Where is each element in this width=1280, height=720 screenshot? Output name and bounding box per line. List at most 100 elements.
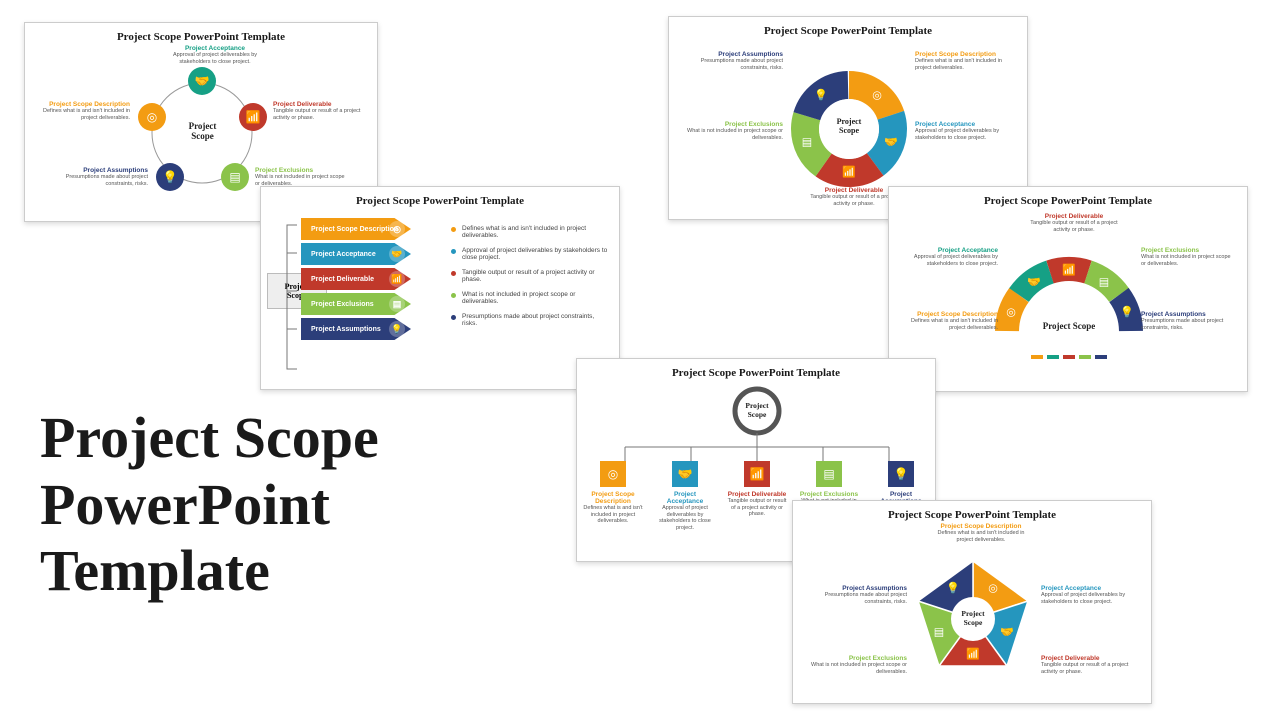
node-deliv: 📶 [239, 103, 267, 131]
label-excl: Project Exclusions [1141, 247, 1236, 254]
svg-text:💡: 💡 [946, 582, 960, 595]
label-desc: Project Scope Description [915, 51, 1015, 58]
signal-icon: 📶 [750, 467, 765, 482]
slide-title: Project Scope PowerPoint Template [577, 359, 935, 383]
label-assum: Project Assumptions [1141, 311, 1236, 318]
desc-assum: Presumptions made about project constrai… [807, 592, 907, 605]
label-desc: Project Scope Description [931, 523, 1031, 530]
desc-accept: Approval of project deliverables by stak… [915, 128, 1015, 141]
sq-desc: ◎ [600, 461, 626, 487]
desc-deliv: Tangible output or result of a project a… [1029, 220, 1119, 233]
svg-text:◎: ◎ [1006, 307, 1016, 319]
desc-deliv: Tangible output or result of a project a… [809, 194, 899, 207]
bullet-excl: What is not included in project scope or… [462, 291, 609, 305]
label-desc: Project Scope Description [903, 311, 998, 318]
label-desc: Project Scope Description [583, 491, 643, 505]
handshake-icon: 🤝 [389, 246, 405, 262]
arrow-excl: Project Exclusions▤ [301, 293, 411, 315]
svg-text:🤝: 🤝 [884, 137, 898, 149]
desc-accept: Approval of project deliverables by stak… [903, 254, 998, 267]
target-icon: ◎ [147, 110, 157, 125]
desc-assum: Presumptions made about project constrai… [683, 58, 783, 71]
label-deliv: Project Deliverable [273, 101, 368, 108]
arrow-desc: Project Scope Description◎ [301, 218, 411, 240]
desc-assum: Presumptions made about project constrai… [53, 174, 148, 187]
target-icon: ◎ [608, 467, 618, 482]
label-deliv: Project Deliverable [727, 491, 787, 498]
desc-desc: Defines what is and isn't included in pr… [903, 318, 998, 331]
desc-deliv: Tangible output or result of a project a… [1041, 662, 1141, 675]
label-excl: Project Exclusions [683, 121, 783, 128]
desc-deliv: Tangible output or result of a project a… [727, 498, 787, 518]
target-icon: ◎ [389, 221, 405, 237]
svg-text:📶: 📶 [966, 648, 980, 661]
desc-accept: Approval of project deliverables by stak… [655, 505, 715, 531]
node-accept: 🤝 [188, 67, 216, 95]
slide-title: Project Scope PowerPoint Template [25, 23, 377, 47]
slide-title: Project Scope PowerPoint Template [889, 187, 1247, 211]
label-deliv: Project Deliverable [1041, 655, 1141, 662]
label-assum: Project Assumptions [53, 167, 148, 174]
desc-accept: Approval of project deliverables by stak… [1041, 592, 1141, 605]
title-line1: Project Scope PowerPoint Template [40, 405, 379, 603]
desc-assum: Presumptions made about project constrai… [1141, 318, 1236, 331]
label-deliv: Project Deliverable [809, 187, 899, 194]
svg-text:📶: 📶 [842, 166, 856, 179]
desc-desc: Defines what is and isn't included in pr… [931, 530, 1031, 543]
label-desc: Project Scope Description [35, 101, 130, 108]
signal-icon: 📶 [389, 271, 405, 287]
legend-bar [1029, 355, 1109, 359]
node-assum: 💡 [156, 163, 184, 191]
arrow-accept: Project Acceptance🤝 [301, 243, 411, 265]
svg-text:▤: ▤ [802, 137, 812, 149]
sq-accept: 🤝 [672, 461, 698, 487]
bulb-icon: 💡 [163, 170, 178, 185]
sq-excl: ▤ [816, 461, 842, 487]
desc-desc: Defines what is and isn't included in pr… [583, 505, 643, 525]
label-excl: Project Exclusions [799, 491, 859, 498]
document-icon: ▤ [229, 170, 240, 185]
svg-text:◎: ◎ [872, 90, 882, 102]
node-desc: ◎ [138, 103, 166, 131]
document-icon: ▤ [389, 296, 405, 312]
svg-text:💡: 💡 [814, 89, 828, 102]
svg-text:🤝: 🤝 [1000, 627, 1014, 639]
label-excl: Project Exclusions [255, 167, 350, 174]
center-label: Project Scope [735, 401, 779, 419]
desc-excl: What is not included in project scope or… [807, 662, 907, 675]
sq-deliv: 📶 [744, 461, 770, 487]
bullet-assum: Presumptions made about project constrai… [462, 313, 609, 327]
label-assum: Project Assumptions [683, 51, 783, 58]
main-title: Project Scope PowerPoint Template [40, 405, 379, 605]
bullet-accept: Approval of project deliverables by stak… [462, 247, 609, 261]
slide-title: Project Scope PowerPoint Template [793, 501, 1151, 525]
label-accept: Project Acceptance [1041, 585, 1141, 592]
svg-text:💡: 💡 [1120, 306, 1134, 319]
document-icon: ▤ [823, 467, 834, 482]
svg-text:📶: 📶 [1062, 264, 1076, 277]
label-accept: Project Acceptance [903, 247, 998, 254]
bullet-deliv: Tangible output or result of a project a… [462, 269, 609, 283]
center-label: Project Scope [825, 117, 873, 135]
label-accept: Project Acceptance [655, 491, 715, 505]
desc-desc: Defines what is and isn't included in pr… [915, 58, 1015, 71]
handshake-icon: 🤝 [195, 74, 210, 89]
desc-desc: Defines what is and isn't included in pr… [35, 108, 130, 121]
slide-gauge: Project Scope PowerPoint Template ◎ 🤝 📶 … [888, 186, 1248, 392]
label-excl: Project Exclusions [807, 655, 907, 662]
slide-title: Project Scope PowerPoint Template [669, 17, 1027, 41]
desc-accept: Approval of project deliverables by stak… [165, 52, 265, 65]
node-excl: ▤ [221, 163, 249, 191]
label-accept: Project Acceptance [915, 121, 1015, 128]
svg-text:◎: ◎ [988, 583, 998, 595]
slide-title: Project Scope PowerPoint Template [261, 187, 619, 211]
bullet-desc: Defines what is and isn't included in pr… [462, 225, 609, 239]
bulb-icon: 💡 [894, 467, 909, 482]
desc-excl: What is not included in project scope or… [1141, 254, 1236, 267]
center-label: Project Scope [1029, 321, 1109, 331]
arrow-assum: Project Assumptions💡 [301, 318, 411, 340]
label-accept: Project Acceptance [165, 45, 265, 52]
svg-text:▤: ▤ [1099, 277, 1109, 289]
label-deliv: Project Deliverable [1029, 213, 1119, 220]
center-label: Project Scope [953, 609, 993, 627]
